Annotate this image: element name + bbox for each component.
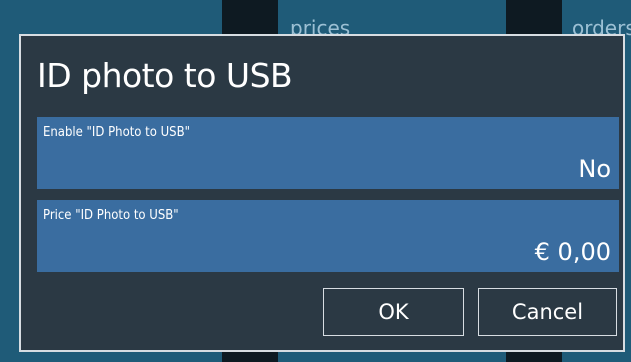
- setting-label: Enable "ID Photo to USB": [43, 125, 191, 140]
- setting-enable-id-photo-usb[interactable]: Enable "ID Photo to USB" No: [37, 117, 619, 189]
- setting-label: Price "ID Photo to USB": [43, 208, 179, 223]
- setting-price-id-photo-usb[interactable]: Price "ID Photo to USB" € 0,00: [37, 200, 619, 272]
- settings-dialog: ID photo to USB Enable "ID Photo to USB"…: [19, 34, 625, 352]
- ok-button[interactable]: OK: [323, 288, 464, 336]
- setting-value: No: [578, 155, 611, 183]
- dialog-title: ID photo to USB: [37, 56, 293, 95]
- cancel-button[interactable]: Cancel: [478, 288, 617, 336]
- setting-value: € 0,00: [534, 238, 611, 266]
